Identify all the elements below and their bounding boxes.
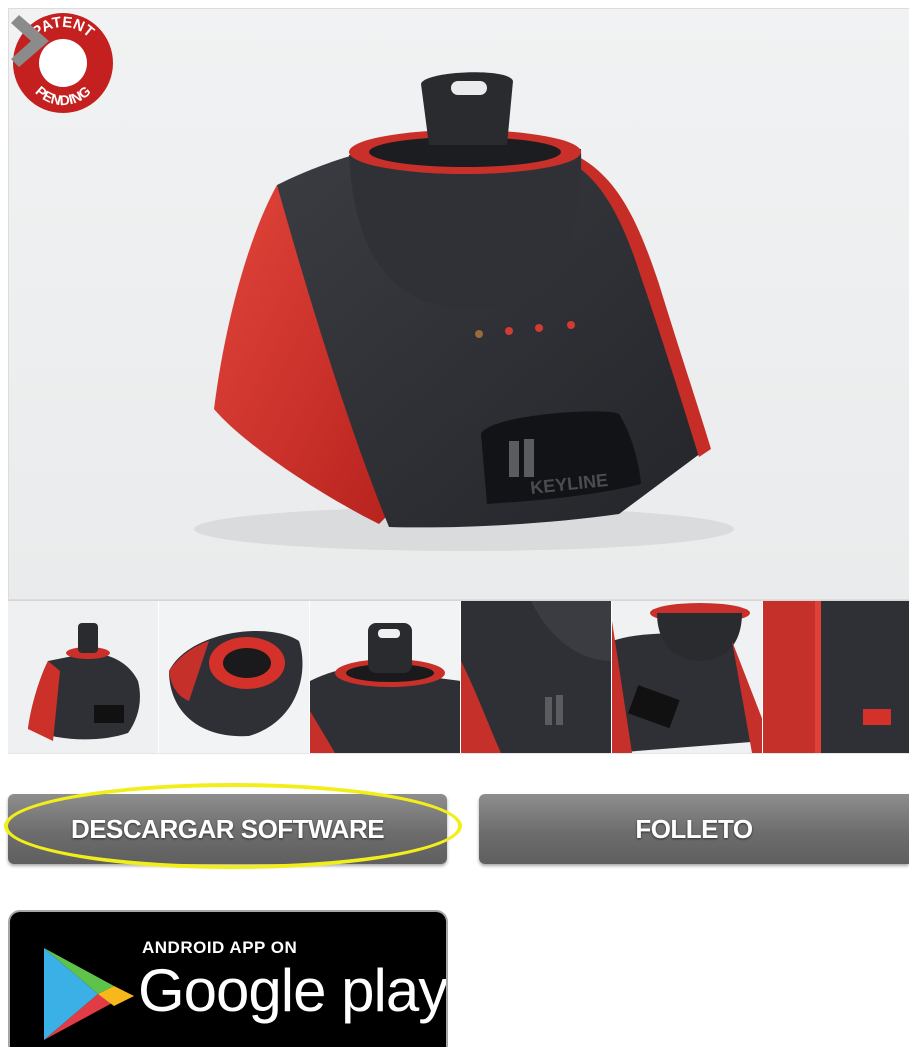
thumbnail-key-closeup[interactable]	[310, 601, 461, 753]
google-play-badge[interactable]: ANDROID APP ON Google play	[8, 910, 448, 1047]
google-play-icon	[44, 948, 134, 1040]
download-software-button[interactable]: DESCARGAR SOFTWARE	[8, 794, 447, 864]
thumbnail-side-logo[interactable]	[461, 601, 612, 753]
main-product-image: KEYLINE PATENT PENDING	[8, 8, 909, 600]
thumbnail-connector-view[interactable]	[763, 601, 909, 753]
thumbnail-front-view[interactable]	[8, 601, 159, 753]
chevron-right-icon[interactable]	[9, 9, 61, 73]
thumbnail-top-view[interactable]	[159, 601, 310, 753]
brochure-button[interactable]: FOLLETO	[479, 794, 909, 864]
key-reader-device-illustration: KEYLINE	[194, 72, 734, 551]
google-play-small-label: ANDROID APP ON	[142, 938, 298, 957]
thumbnail-angle-view[interactable]	[612, 601, 763, 753]
google-play-big-label: Google play	[138, 957, 448, 1024]
thumbnail-strip	[8, 600, 909, 754]
